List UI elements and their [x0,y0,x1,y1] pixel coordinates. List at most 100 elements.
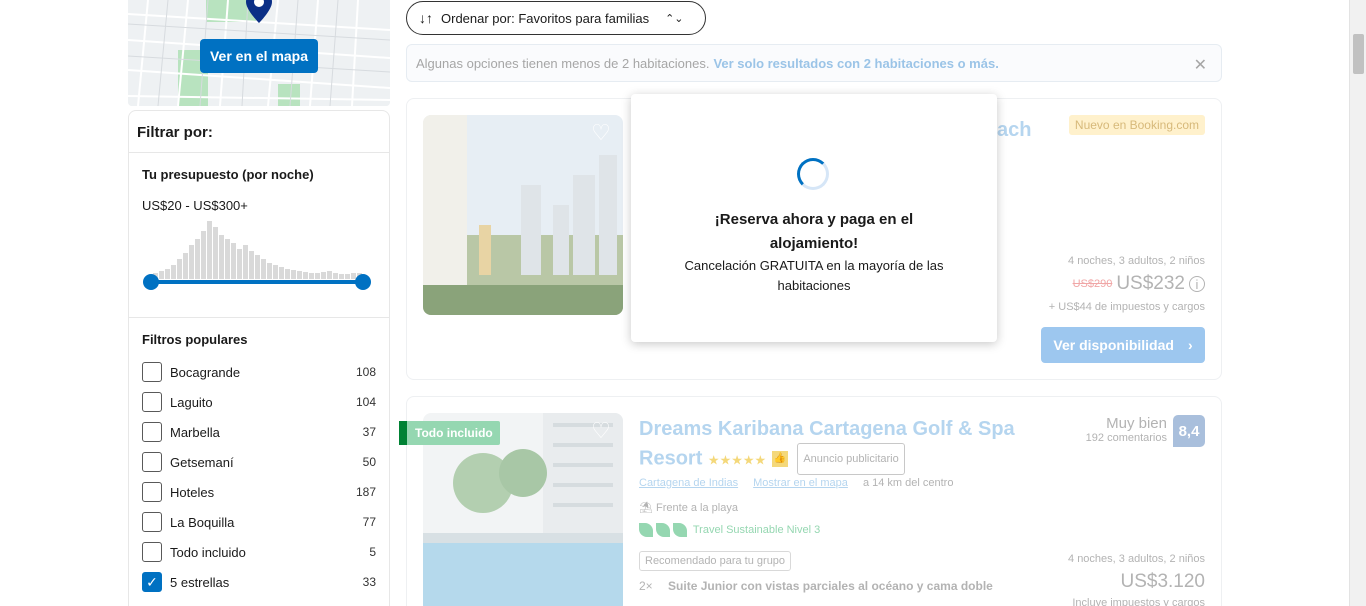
filter-count: 187 [355,485,376,499]
map-preview[interactable]: Ver en el mapa [128,0,390,106]
room-name: Suite Junior con vistas parciales al océ… [668,579,993,593]
histogram-bar [237,249,242,279]
budget-range: US$20 - US$300+ [142,198,248,213]
rooms-notice: Algunas opciones tienen menos de 2 habit… [406,44,1222,82]
property-photo[interactable]: ♡ [423,115,623,315]
filter-row[interactable]: Getsemaní 50 [142,447,376,477]
old-price: US$290 [1072,278,1113,290]
beach-icon: ⛱ [639,502,653,514]
thumbs-up-icon: 👍 [771,451,788,467]
modal-text: Cancelación GRATUITA en la mayoría de la… [684,258,944,293]
filter-count: 33 [362,575,376,589]
histogram-bar [249,251,254,279]
histogram-bar [321,272,326,279]
price-slider[interactable] [143,274,371,290]
price-slider-min-handle[interactable] [143,274,159,290]
filter-count: 37 [362,425,376,439]
heart-icon[interactable]: ♡ [589,419,613,443]
chevron-right-icon: › [1187,337,1193,353]
scrollbar-thumb[interactable] [1353,34,1364,74]
filter-label: Hoteles [170,484,215,500]
histogram-bar [327,271,332,279]
beachfront-label: Frente a la playa [656,502,738,514]
filter-row[interactable]: ✓ 5 estrellas 33 [142,567,376,597]
tax-info: + US$44 de impuestos y cargos [1048,301,1205,313]
filter-checkbox[interactable] [142,422,162,442]
stay-details: 4 noches, 3 adultos, 2 niños [1068,255,1205,267]
filter-count: 104 [355,395,376,409]
review-text: Muy bien 192 comentarios [1086,415,1167,447]
histogram-bar [219,235,224,279]
filter-label: Laguito [170,394,213,410]
map-pin-icon [246,0,272,23]
histogram-bar [231,243,236,279]
filter-count: 108 [355,365,376,379]
notice-link[interactable]: Ver solo resultados con 2 habitaciones o… [713,56,998,71]
filter-label: Getsemaní [170,454,234,470]
filter-row[interactable]: Todo incluido 5 [142,537,376,567]
info-icon[interactable]: i [1189,276,1205,292]
histogram-bar [303,272,308,279]
location-link[interactable]: Cartagena de Indias [639,477,738,489]
filter-checkbox[interactable] [142,482,162,502]
property-title[interactable]: ach [997,119,1031,142]
heart-icon[interactable]: ♡ [589,121,613,145]
sort-label: Ordenar por: Favoritos para familias [441,10,650,26]
property-photo-image [423,115,623,315]
histogram-bar [243,245,248,279]
price-histogram [153,219,363,279]
see-availability-button[interactable]: Ver disponibilidad › [1041,327,1205,363]
filter-count: 77 [362,515,376,529]
filter-checkbox[interactable] [142,362,162,382]
star-rating-icon: ★★★★★ [707,452,767,468]
filter-row[interactable]: Marbella 37 [142,417,376,447]
view-map-button[interactable]: Ver en el mapa [200,39,318,73]
histogram-bar [267,263,272,279]
page-scrollbar[interactable] [1349,0,1366,606]
tax-info: Incluye impuestos y cargos [1072,597,1205,606]
sort-dropdown[interactable]: ↓↑ Ordenar por: Favoritos para familias … [406,1,706,35]
histogram-bar [225,239,230,279]
close-icon[interactable]: ✕ [1194,55,1207,75]
filter-label: Todo incluido [170,544,246,560]
histogram-bar [255,255,260,279]
score-word: Muy bien [1106,415,1167,432]
histogram-bar [339,274,344,279]
recommended-badge: Recomendado para tu grupo [639,551,792,571]
distance: a 14 km del centro [862,477,954,489]
filter-row[interactable]: Laguito 104 [142,387,376,417]
filter-checkbox[interactable]: ✓ [142,572,162,592]
filter-checkbox[interactable] [142,512,162,532]
price-block: US$290 US$232 i [1073,273,1205,295]
histogram-bar [159,271,164,279]
filter-count: 5 [369,545,376,559]
popular-filters-list: Bocagrande 108 Laguito 104 Marbella 37 Getsema… [142,357,376,597]
review-count: 192 comentarios [1085,432,1167,444]
filter-label: 5 estrellas [170,574,230,590]
review-score[interactable]: Muy bien 192 comentarios 8,4 [1086,415,1205,447]
property-card[interactable]: ♡ Todo incluido Dreams Karibana Cartagen… [399,396,1222,606]
sort-arrows-icon: ↓↑ [419,10,433,26]
show-on-map-link[interactable]: Mostrar en el mapa [753,477,848,489]
filter-checkbox[interactable] [142,452,162,472]
filter-label: La Boquilla [170,514,235,530]
see-availability-label: Ver disponibilidad [1053,337,1174,353]
filter-checkbox[interactable] [142,392,162,412]
notice-text: Algunas opciones tienen menos de 2 habit… [416,55,710,71]
filter-row[interactable]: Bocagrande 108 [142,357,376,387]
leaf-icon [673,523,687,537]
current-price: US$232 [1116,273,1185,294]
filter-row[interactable]: Hoteles 187 [142,477,376,507]
loading-modal: ¡Reserva ahora y paga en el alojamiento!… [631,94,997,342]
filter-checkbox[interactable] [142,542,162,562]
property-name[interactable]: Dreams Karibana Cartagena Golf & Spa Res… [639,415,1039,475]
room-info: 2× Suite Junior con vistas parciales al … [639,579,993,593]
histogram-bar [165,269,170,279]
new-badge: Nuevo en Booking.com [1068,115,1205,135]
histogram-bar [207,221,212,279]
price-slider-max-handle[interactable] [355,274,371,290]
popular-filters-title: Filtros populares [142,332,248,347]
sustainability-badge: Travel Sustainable Nivel 3 [639,523,820,537]
filter-count: 50 [362,455,376,469]
filter-row[interactable]: La Boquilla 77 [142,507,376,537]
